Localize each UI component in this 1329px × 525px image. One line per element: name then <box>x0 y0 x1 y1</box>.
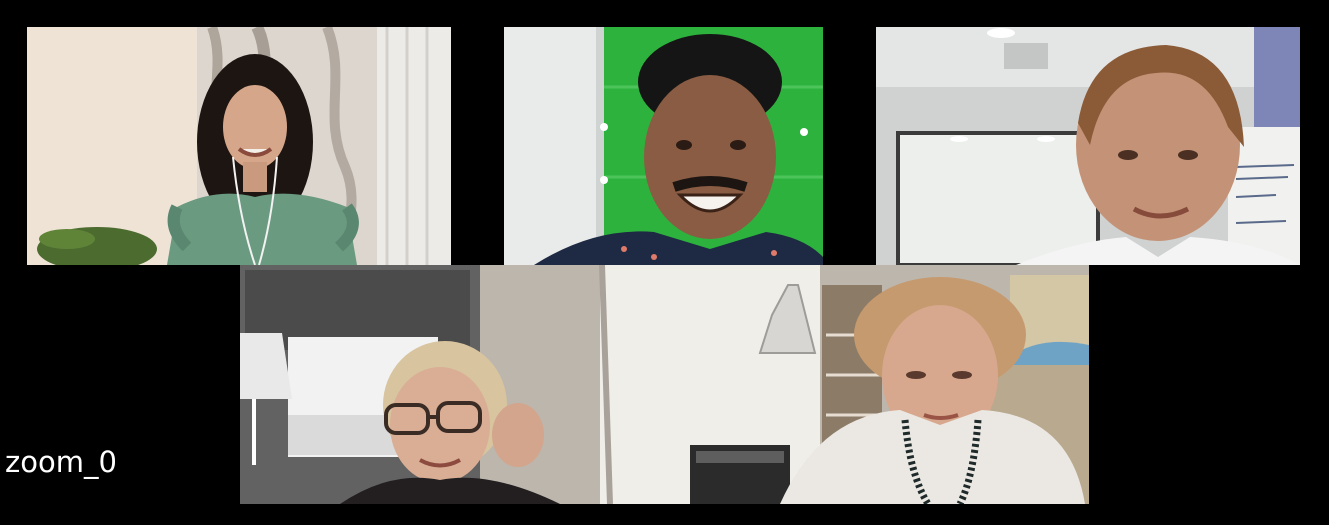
participant-video-2 <box>504 27 823 265</box>
participant-video-tile-3[interactable] <box>876 27 1300 265</box>
participant-video-1 <box>27 27 451 265</box>
window-title-label: zoom_0 <box>5 445 117 479</box>
video-gallery: zoom_0 <box>0 0 1329 525</box>
participant-video-tile-1[interactable] <box>27 27 451 265</box>
participant-video-3 <box>876 27 1300 265</box>
participant-video-4 <box>240 265 1089 504</box>
participant-video-tile-4[interactable] <box>240 265 1089 504</box>
participant-video-tile-2[interactable] <box>504 27 823 265</box>
